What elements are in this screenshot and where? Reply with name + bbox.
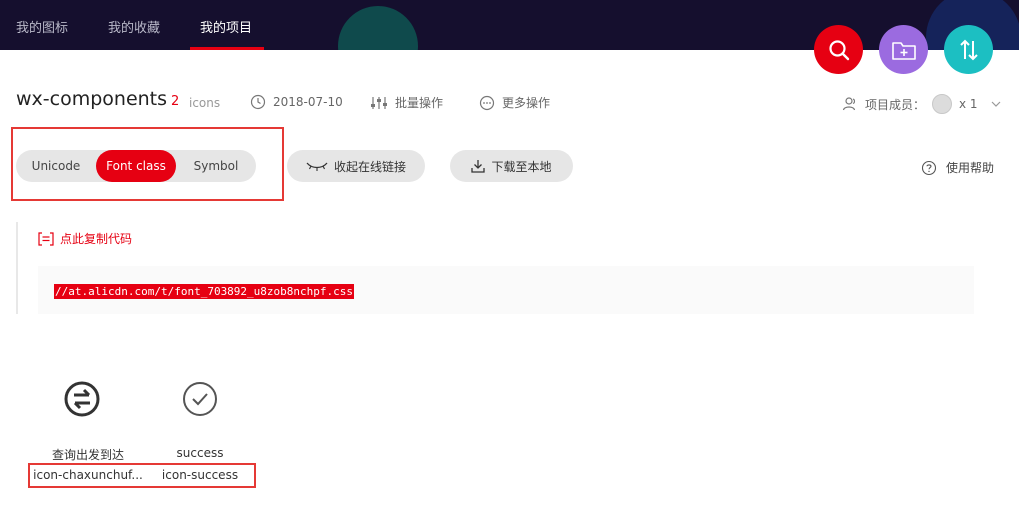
more-operation-button[interactable]: 更多操作 bbox=[479, 94, 550, 111]
project-members[interactable]: 项目成员： x 1 bbox=[842, 94, 1001, 114]
clock-icon bbox=[250, 94, 266, 110]
code-panel-border bbox=[16, 222, 18, 314]
search-button[interactable] bbox=[814, 25, 863, 74]
check-circle-icon[interactable] bbox=[180, 379, 220, 419]
project-name: wx-components bbox=[16, 88, 168, 110]
download-label: 下载至本地 bbox=[491, 159, 552, 174]
sort-arrows-icon bbox=[959, 39, 978, 60]
icon-count-label: icons bbox=[189, 96, 221, 110]
download-button[interactable]: 下载至本地 bbox=[450, 150, 573, 182]
help-label: 使用帮助 bbox=[946, 161, 995, 175]
nav-tab-my-projects[interactable]: 我的项目 bbox=[200, 17, 252, 36]
help-icon bbox=[921, 160, 937, 175]
annotation-highlight-box bbox=[11, 127, 284, 201]
batch-operation-button[interactable]: 批量操作 bbox=[370, 94, 443, 111]
members-count: x 1 bbox=[959, 97, 978, 111]
collapse-link-label: 收起在线链接 bbox=[333, 159, 406, 174]
search-icon bbox=[828, 39, 849, 60]
chevron-down-icon bbox=[991, 101, 1001, 107]
download-icon bbox=[471, 160, 486, 173]
annotation-highlight-box bbox=[28, 463, 256, 488]
help-link[interactable]: 使用帮助 bbox=[921, 159, 994, 176]
copy-code-button[interactable]: 点此复制代码 bbox=[38, 230, 132, 247]
icon-count: 2 bbox=[171, 94, 180, 109]
top-nav: 我的图标 我的收藏 我的项目 bbox=[0, 0, 1019, 50]
more-icon bbox=[479, 95, 495, 110]
project-date-text: 2018-07-10 bbox=[273, 95, 343, 109]
collapse-link-button[interactable]: 收起在线链接 bbox=[287, 150, 425, 182]
copy-icon bbox=[38, 231, 54, 246]
add-folder-button[interactable] bbox=[879, 25, 928, 74]
icon-title: success bbox=[176, 446, 224, 460]
css-link-url[interactable]: //at.alicdn.com/t/font_703892_u8zob8nchp… bbox=[54, 284, 355, 299]
avatar bbox=[932, 94, 953, 114]
sort-button[interactable] bbox=[944, 25, 993, 74]
members-icon bbox=[842, 97, 856, 111]
decorative-blob bbox=[338, 6, 418, 50]
more-operation-label: 更多操作 bbox=[502, 96, 551, 110]
icon-title: 查询出发到达 bbox=[51, 448, 124, 462]
members-label: 项目成员： bbox=[865, 97, 926, 112]
project-date: 2018-07-10 bbox=[250, 94, 343, 110]
nav-tab-my-favorites[interactable]: 我的收藏 bbox=[108, 17, 160, 36]
batch-operation-label: 批量操作 bbox=[395, 96, 444, 110]
copy-code-label: 点此复制代码 bbox=[60, 232, 133, 246]
add-folder-icon bbox=[891, 41, 916, 60]
nav-active-indicator bbox=[190, 47, 264, 50]
nav-tab-my-icons[interactable]: 我的图标 bbox=[16, 17, 68, 36]
swap-circle-icon[interactable] bbox=[62, 379, 102, 419]
collapse-eye-icon bbox=[306, 162, 328, 171]
batch-icon bbox=[371, 96, 387, 109]
